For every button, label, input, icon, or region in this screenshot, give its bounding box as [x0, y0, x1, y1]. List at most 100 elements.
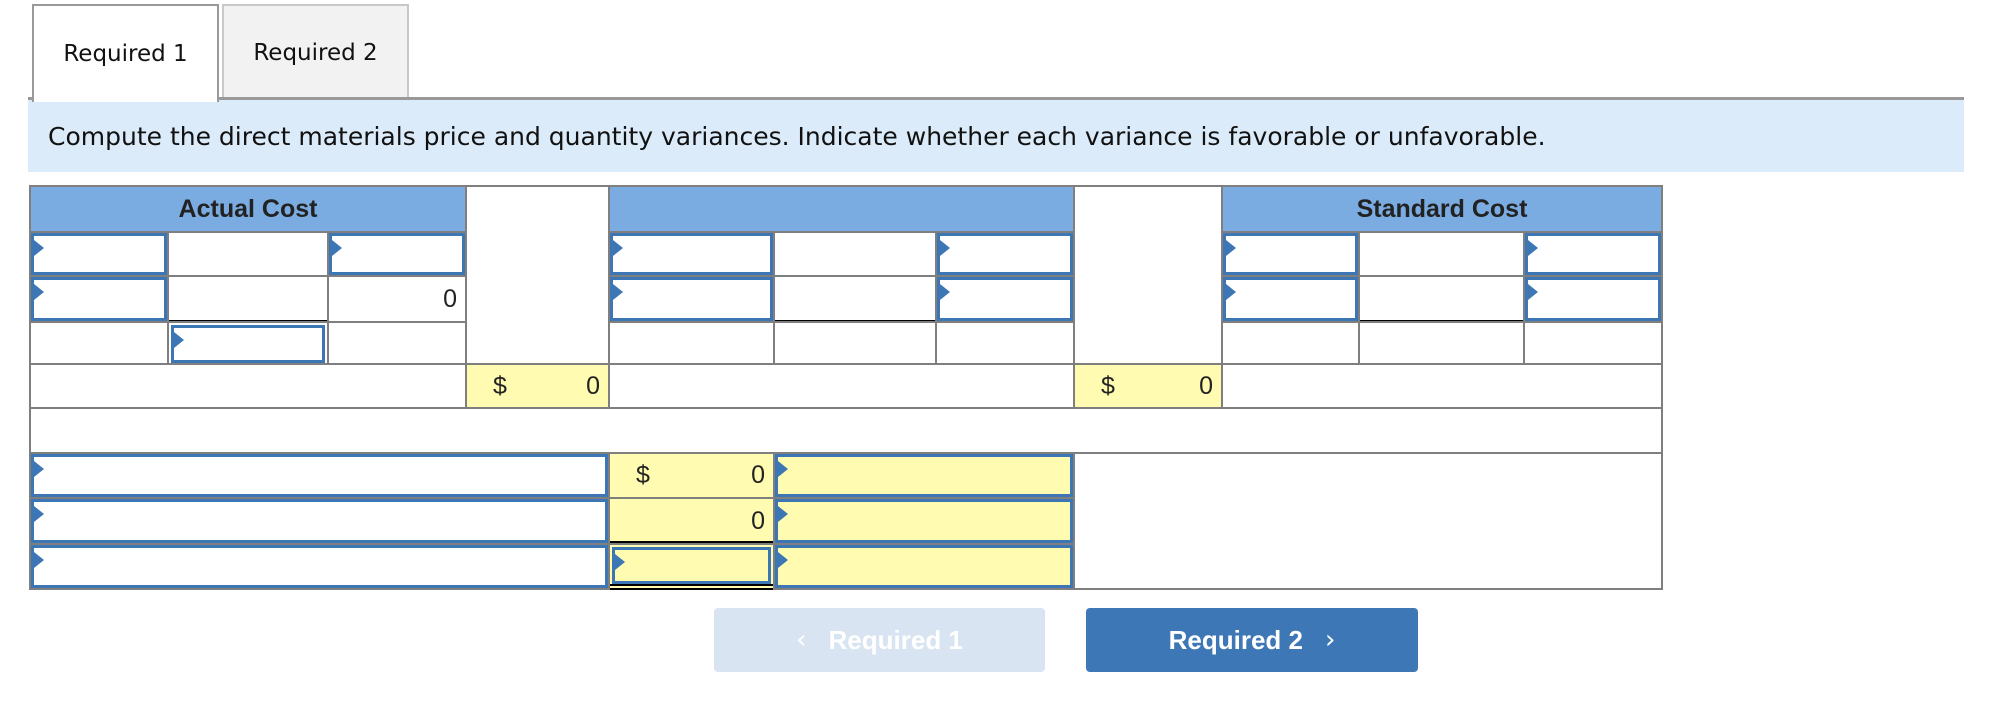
dropdown-marker-icon	[778, 461, 788, 477]
dropdown-marker-icon	[34, 506, 44, 522]
actual-r2-c2-cell	[167, 275, 329, 323]
middle-price-label-input[interactable]	[610, 277, 773, 321]
middle-r3-c3-cell	[935, 321, 1075, 365]
instruction-text: Compute the direct materials price and q…	[48, 121, 1546, 151]
header-middle	[608, 185, 1075, 233]
tab-required-2[interactable]: Required 2	[222, 4, 409, 100]
dropdown-marker-icon	[778, 506, 788, 522]
variance-2-amount-cell: 0	[608, 497, 775, 545]
standard-total-label-cell	[1221, 363, 1663, 409]
actual-price-input[interactable]	[171, 325, 325, 363]
tab-required-1[interactable]: Required 1	[32, 4, 219, 102]
header-standard-cost-label: Standard Cost	[1356, 194, 1528, 223]
variance-3-type-select[interactable]	[775, 545, 1073, 588]
standard-r2-c2-cell	[1358, 275, 1525, 323]
dropdown-marker-icon	[1528, 240, 1538, 256]
middle-quantity-input[interactable]	[610, 233, 773, 275]
variance-2-amount: 0	[751, 506, 765, 535]
actual-total-cell: $ 0	[465, 363, 610, 409]
standard-r1-c1-cell	[1221, 231, 1360, 277]
actual-r2-value-cell: 0	[327, 275, 467, 323]
dropdown-marker-icon	[34, 552, 44, 568]
dropdown-marker-icon	[1226, 284, 1236, 300]
standard-r2-c3-cell	[1523, 275, 1663, 323]
middle-total-cell: $ 0	[1073, 363, 1223, 409]
actual-r1-c1-cell	[29, 231, 169, 277]
header-standard-cost: Standard Cost	[1221, 185, 1663, 233]
total-variance-input[interactable]	[612, 547, 771, 584]
dropdown-marker-icon	[332, 240, 342, 256]
actual-r1-c3-cell	[327, 231, 467, 277]
actual-unit-input[interactable]	[329, 233, 465, 275]
actual-r3-c1-cell	[29, 321, 169, 365]
variance-3-label-cell	[29, 543, 610, 590]
chevron-right-icon: ›	[1324, 625, 1336, 655]
middle-total-value: 0	[1199, 371, 1213, 400]
actual-r3-c3-cell	[327, 321, 467, 365]
actual-quantity-input[interactable]	[31, 233, 167, 275]
middle-total-label-cell	[608, 363, 1075, 409]
standard-r1-c3-cell	[1523, 231, 1663, 277]
actual-price-label-input[interactable]	[31, 277, 167, 321]
dropdown-marker-icon	[778, 552, 788, 568]
dropdown-marker-icon	[1226, 240, 1236, 256]
blank-row	[29, 407, 1663, 454]
middle-unit-input[interactable]	[937, 233, 1073, 275]
variance-blank-area	[1073, 452, 1663, 590]
dropdown-marker-icon	[34, 461, 44, 477]
standard-price-input[interactable]	[1525, 277, 1661, 321]
actual-r2-c1-cell	[29, 275, 169, 323]
standard-unit-input[interactable]	[1525, 233, 1661, 275]
middle-r2-c2-cell	[773, 275, 937, 323]
variance-1-label-input[interactable]	[31, 454, 608, 497]
variance-1-type-cell	[773, 452, 1075, 499]
standard-r1-c2-cell	[1358, 231, 1525, 277]
header-actual-cost-label: Actual Cost	[178, 194, 318, 223]
variance-1-type-select[interactable]	[775, 454, 1073, 497]
standard-r2-c1-cell	[1221, 275, 1360, 323]
dropdown-marker-icon	[34, 284, 44, 300]
standard-price-label-input[interactable]	[1223, 277, 1358, 321]
standard-r3-c1-cell	[1221, 321, 1360, 365]
middle-price-input[interactable]	[937, 277, 1073, 321]
variance-1-amount-cell: $ 0	[608, 452, 775, 499]
variance-1-amount: 0	[751, 461, 765, 489]
middle-r3-c2-cell	[773, 321, 937, 365]
standard-quantity-input[interactable]	[1223, 233, 1358, 275]
dropdown-marker-icon	[615, 554, 625, 570]
variance-2-label-input[interactable]	[31, 499, 608, 543]
next-required-button[interactable]: Required 2 ›	[1086, 608, 1418, 672]
middle-r2-c1-cell	[608, 275, 775, 323]
dropdown-marker-icon	[34, 240, 44, 256]
dropdown-marker-icon	[940, 240, 950, 256]
middle-r3-c1-cell	[608, 321, 775, 365]
currency-symbol: $	[1101, 371, 1115, 400]
actual-total-value: 0	[586, 371, 600, 400]
variance-2-type-cell	[773, 497, 1075, 545]
variance-2-label-cell	[29, 497, 610, 545]
tab-label: Required 2	[253, 40, 378, 66]
prev-required-button[interactable]: ‹ Required 1	[714, 608, 1045, 672]
standard-r3-c3-cell	[1523, 321, 1663, 365]
chevron-left-icon: ‹	[796, 625, 807, 655]
variance-3-type-cell	[773, 543, 1075, 590]
actual-r1-c2-cell	[167, 231, 329, 277]
middle-r1-c3-cell	[935, 231, 1075, 277]
currency-symbol: $	[493, 371, 507, 400]
variance-3-label-input[interactable]	[31, 545, 608, 588]
middle-r2-c3-cell	[935, 275, 1075, 323]
dropdown-marker-icon	[1528, 284, 1538, 300]
actual-total-label-cell	[29, 363, 467, 409]
prev-button-label: Required 1	[828, 624, 963, 655]
double-underline-top	[610, 584, 773, 586]
variance-1-label-cell	[29, 452, 610, 499]
tab-label: Required 1	[63, 41, 188, 67]
dropdown-marker-icon	[613, 240, 623, 256]
middle-r1-c2-cell	[773, 231, 937, 277]
variance-2-type-select[interactable]	[775, 499, 1073, 543]
double-underline-bottom	[610, 588, 773, 590]
spacer-column-2	[1073, 185, 1223, 365]
standard-r3-c2-cell	[1358, 321, 1525, 365]
instruction-banner: Compute the direct materials price and q…	[28, 100, 1964, 172]
header-actual-cost: Actual Cost	[29, 185, 467, 233]
